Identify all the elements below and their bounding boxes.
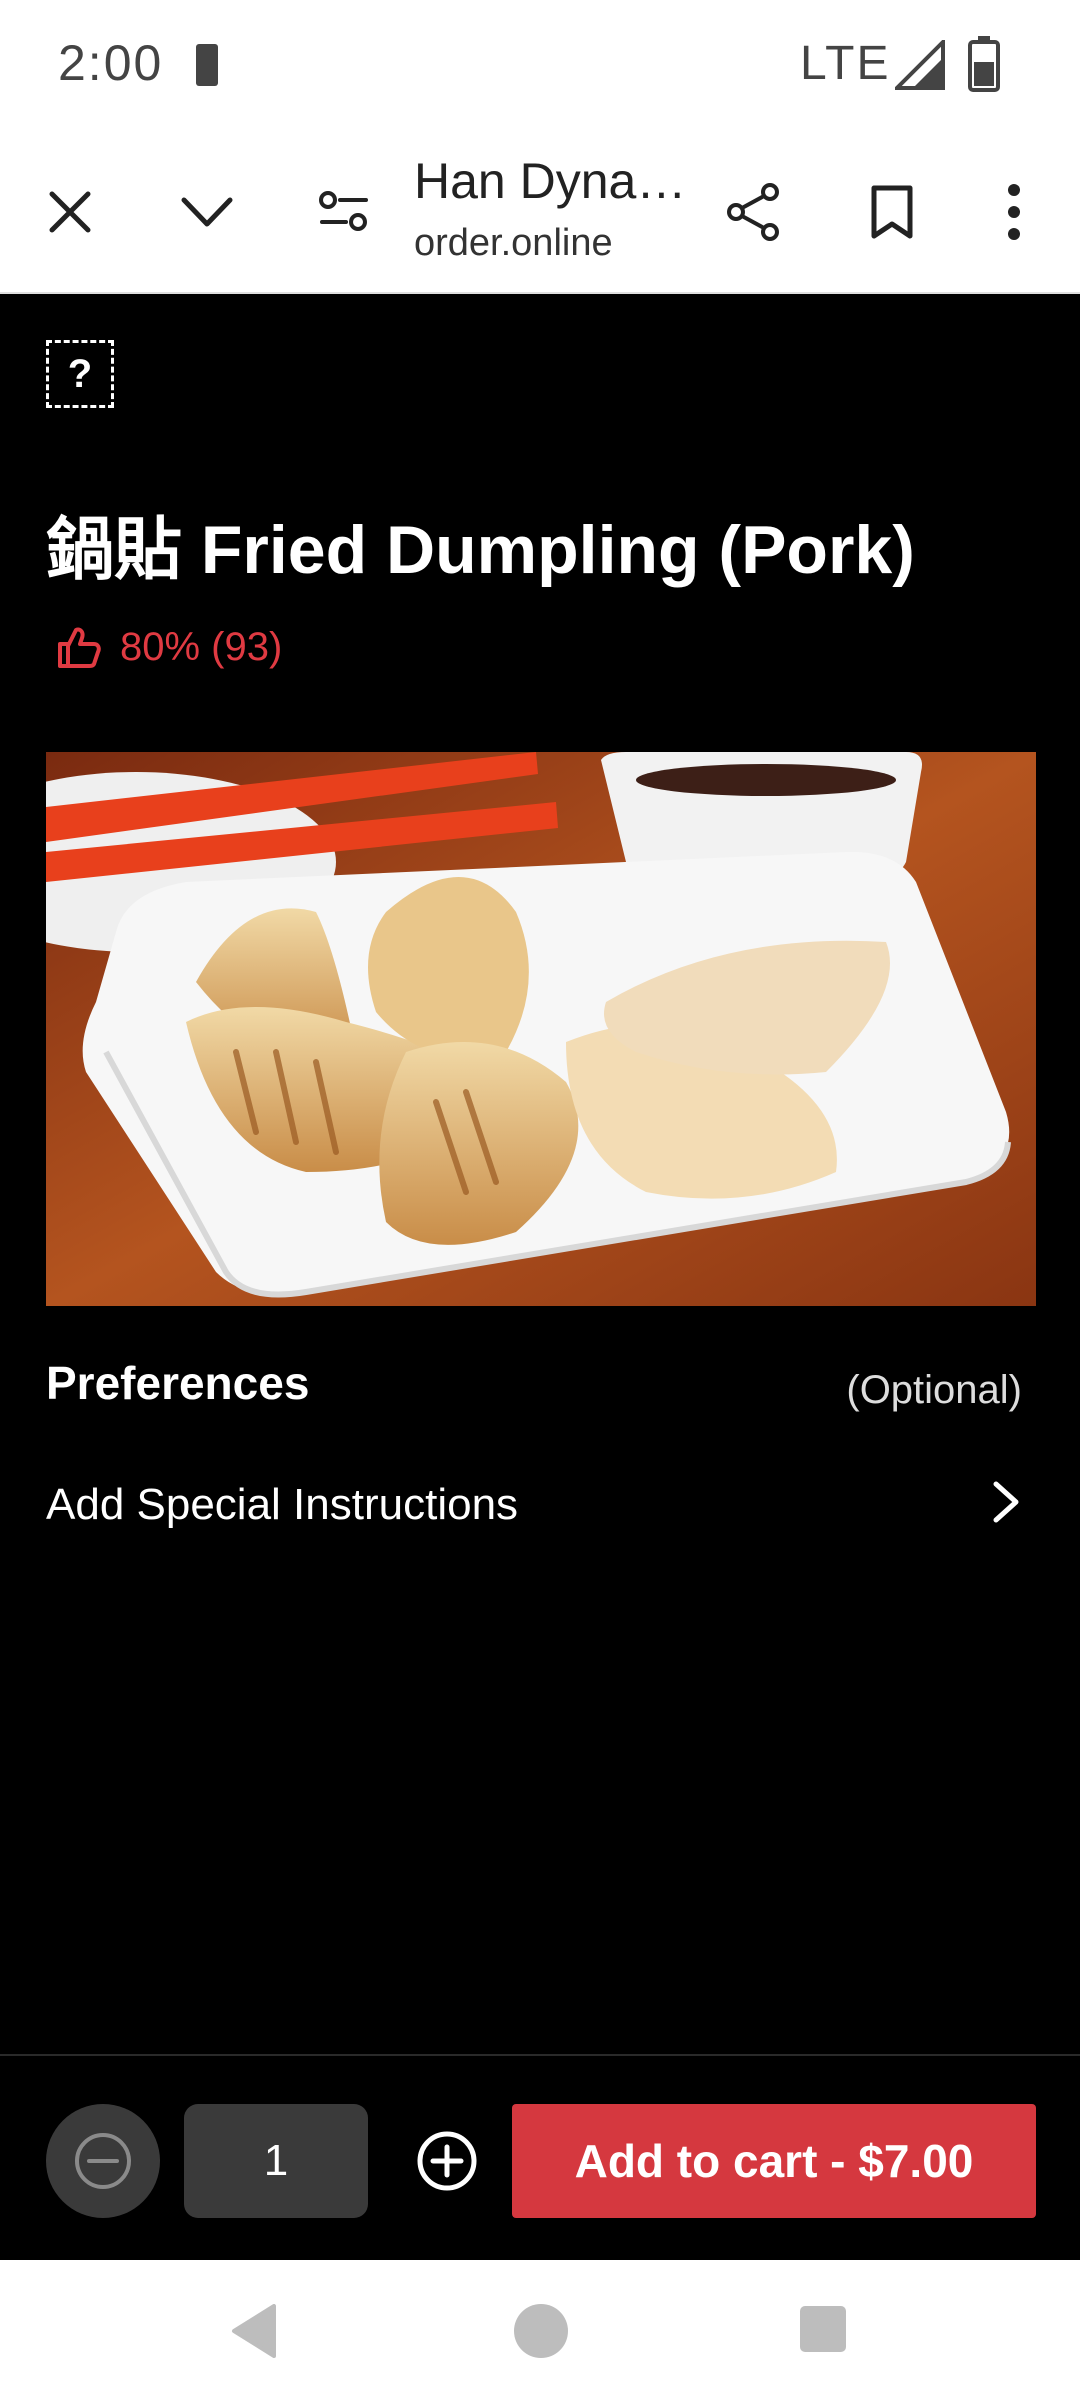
- increase-quantity-button[interactable]: [416, 2130, 478, 2192]
- battery-saver-icon: [196, 44, 218, 86]
- item-photo: [46, 752, 1036, 1306]
- chevron-down-icon[interactable]: [180, 194, 234, 230]
- cart-action-bar: 1 Add to cart - $7.00: [0, 2054, 1080, 2260]
- minus-circle-icon: [75, 2133, 131, 2189]
- item-detail: ? 鍋貼 Fried Dumpling (Pork) 80% (93) Pref…: [0, 294, 1080, 2260]
- thumbs-up-icon: [58, 627, 101, 668]
- rating-value: 80% (93): [120, 624, 283, 669]
- quantity-field[interactable]: 1: [184, 2104, 368, 2218]
- status-time: 2:00: [58, 35, 164, 91]
- rating: 80% (93): [56, 624, 282, 670]
- chevron-right-icon: [993, 1481, 1019, 1523]
- more-icon[interactable]: [1004, 184, 1024, 240]
- share-icon[interactable]: [724, 182, 782, 242]
- page-url[interactable]: order.online: [414, 222, 613, 265]
- status-bar: 2:00 LTE: [0, 0, 1080, 130]
- system-nav-bar: [0, 2260, 1080, 2400]
- recents-icon[interactable]: [800, 2306, 846, 2352]
- home-icon[interactable]: [514, 2304, 568, 2358]
- browser-toolbar: Han Dyna… order.online: [0, 130, 1080, 294]
- bookmark-icon[interactable]: [870, 184, 914, 240]
- special-instructions-row[interactable]: Add Special Instructions: [0, 1454, 1080, 1554]
- close-icon[interactable]: [46, 188, 94, 236]
- special-instructions-label: Add Special Instructions: [46, 1480, 519, 1529]
- back-icon[interactable]: [230, 2304, 278, 2358]
- signal-icon: [895, 40, 945, 90]
- preferences-heading: Preferences: [46, 1357, 310, 1409]
- decrease-quantity-button[interactable]: [46, 2104, 160, 2218]
- item-title: 鍋貼 Fried Dumpling (Pork): [46, 512, 915, 588]
- broken-image-icon: ?: [46, 340, 114, 408]
- optional-label: (Optional): [846, 1368, 1022, 1412]
- battery-icon: [968, 36, 1000, 92]
- network-type: LTE: [800, 37, 891, 90]
- add-to-cart-button[interactable]: Add to cart - $7.00: [512, 2104, 1036, 2218]
- site-settings-icon[interactable]: [318, 188, 370, 236]
- page-title[interactable]: Han Dyna…: [414, 152, 686, 210]
